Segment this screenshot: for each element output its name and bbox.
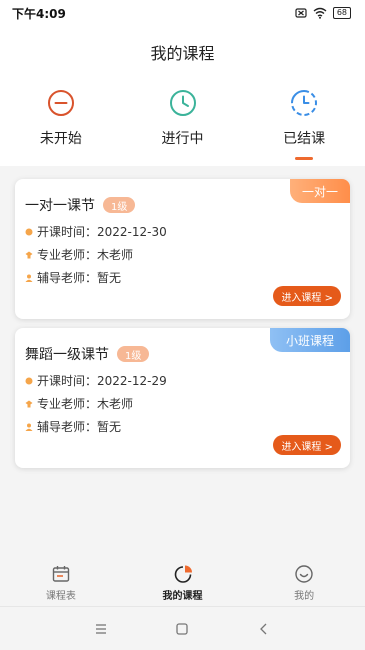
card-title-row: 舞蹈一级课节 1级 [25, 344, 150, 364]
finished-icon [291, 90, 318, 116]
course-type-tag: 一对一 [290, 179, 350, 203]
dot-icon [25, 377, 33, 384]
teacher-label: 专业老师： [37, 397, 98, 411]
active-tab-indicator [295, 157, 314, 160]
teacher-value: 木老师 [97, 248, 134, 262]
page-title: 我的课程 [150, 44, 215, 63]
pie-chart-icon [174, 565, 192, 583]
bottom-tabbar: 课程表 我的课程 我的 [0, 556, 365, 606]
tab-label: 已结课 [283, 131, 326, 147]
tutor-row: 辅导老师： 暂无 [25, 418, 121, 435]
start-time-row: 开课时间： 2022-12-30 [25, 223, 167, 240]
tutor-row: 辅导老师： 暂无 [25, 269, 121, 286]
tabbar-item-my-courses[interactable]: 我的课程 [122, 556, 244, 606]
tab-label: 进行中 [161, 131, 204, 147]
teacher-row: 专业老师： 木老师 [25, 246, 133, 263]
tutor-label: 辅导老师： [37, 271, 98, 285]
course-status-tabs: 未开始 进行中 已结课 [0, 88, 365, 166]
tab-label: 未开始 [39, 131, 82, 147]
start-time-value: 2022-12-29 [97, 373, 167, 388]
system-nav-bar [0, 606, 365, 650]
level-badge: 1级 [103, 197, 136, 213]
wifi-icon [313, 7, 327, 19]
tutor-icon [25, 274, 33, 282]
back-icon[interactable] [257, 622, 271, 636]
teacher-label: 专业老师： [37, 248, 98, 262]
tab-finished[interactable]: 已结课 [243, 88, 365, 166]
tutor-value: 暂无 [97, 271, 122, 285]
tab-not-started[interactable]: 未开始 [0, 88, 122, 166]
tabbar-item-profile[interactable]: 我的 [243, 556, 365, 606]
enter-course-button[interactable]: 进入课程 > [273, 435, 341, 455]
tabbar-label: 我的课程 [162, 591, 203, 602]
tutor-label: 辅导老师： [37, 420, 98, 434]
tabbar-item-schedule[interactable]: 课程表 [0, 556, 122, 606]
start-time-label: 开课时间： [37, 225, 98, 239]
header: 我的课程 未开始 进行中 已结课 [0, 26, 365, 166]
tab-in-progress[interactable]: 进行中 [122, 88, 244, 166]
card-title-row: 一对一课节 1级 [25, 195, 136, 215]
tutor-value: 暂无 [97, 420, 122, 434]
dot-icon [25, 228, 33, 235]
enter-course-button[interactable]: 进入课程 > [273, 286, 341, 306]
battery-indicator: 68 [332, 7, 351, 19]
calendar-icon [52, 566, 70, 582]
tabbar-label: 课程表 [45, 591, 76, 602]
start-time-label: 开课时间： [37, 374, 98, 388]
course-card[interactable]: 小班课程 舞蹈一级课节 1级 开课时间： 2022-12-29 专业老师： 木老… [15, 328, 350, 468]
teacher-icon [25, 251, 33, 258]
course-type-tag: 小班课程 [270, 328, 350, 352]
tutor-icon [25, 423, 33, 431]
course-card[interactable]: 一对一 一对一课节 1级 开课时间： 2022-12-30 专业老师： 木老师 … [15, 179, 350, 319]
start-time-value: 2022-12-30 [97, 224, 167, 239]
tabbar-label: 我的 [294, 591, 315, 602]
teacher-value: 木老师 [97, 397, 134, 411]
course-title: 舞蹈一级课节 [25, 347, 109, 363]
menu-icon[interactable] [94, 623, 108, 635]
teacher-row: 专业老师： 木老师 [25, 395, 133, 412]
start-time-row: 开课时间： 2022-12-29 [25, 372, 167, 389]
in-progress-icon [169, 90, 196, 116]
status-bar: 下午4:09 68 [0, 0, 365, 26]
status-icons: 68 [295, 7, 351, 19]
not-started-icon [47, 90, 74, 116]
sim-off-icon [295, 8, 307, 18]
smile-icon [295, 565, 313, 583]
teacher-icon [25, 400, 33, 407]
home-icon[interactable] [175, 622, 189, 636]
course-title: 一对一课节 [25, 198, 95, 214]
level-badge: 1级 [117, 346, 150, 362]
status-time: 下午4:09 [12, 6, 66, 21]
